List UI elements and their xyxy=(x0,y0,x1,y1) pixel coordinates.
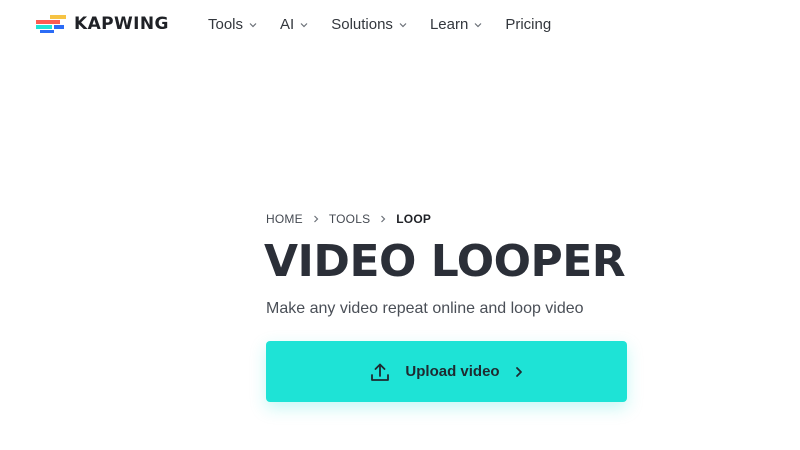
page-subtitle: Make any video repeat online and loop vi… xyxy=(266,300,584,317)
nav-item-learn[interactable]: Learn xyxy=(430,14,483,34)
page: KAPWING Tools AI Solutions Learn Pricing… xyxy=(0,0,800,450)
main-nav: Tools AI Solutions Learn Pricing xyxy=(208,14,573,34)
upload-video-label: Upload video xyxy=(405,363,500,380)
nav-item-ai[interactable]: AI xyxy=(280,14,309,34)
nav-item-label: AI xyxy=(280,15,295,33)
breadcrumb: HOME TOOLS LOOP xyxy=(266,212,431,226)
nav-item-label: Tools xyxy=(208,15,244,33)
chevron-down-icon xyxy=(473,20,483,30)
chevron-right-icon xyxy=(311,214,321,224)
chevron-down-icon xyxy=(299,20,309,30)
upload-icon xyxy=(371,363,390,381)
chevron-down-icon xyxy=(398,20,408,30)
breadcrumb-home[interactable]: HOME xyxy=(266,212,303,226)
nav-item-label: Pricing xyxy=(505,15,552,33)
chevron-down-icon xyxy=(248,20,258,30)
nav-item-label: Solutions xyxy=(331,15,393,33)
nav-item-solutions[interactable]: Solutions xyxy=(331,14,408,34)
chevron-right-icon xyxy=(515,366,522,377)
kapwing-logo[interactable]: KAPWING xyxy=(36,14,169,34)
nav-item-pricing[interactable]: Pricing xyxy=(505,14,551,34)
upload-video-button[interactable]: Upload video xyxy=(266,341,627,402)
brand-name: KAPWING xyxy=(74,14,169,34)
kapwing-logo-icon xyxy=(36,15,66,33)
site-header: KAPWING Tools AI Solutions Learn Pricing xyxy=(0,0,800,50)
nav-item-tools[interactable]: Tools xyxy=(208,14,258,34)
breadcrumb-tools[interactable]: TOOLS xyxy=(329,212,370,226)
page-title: VIDEO LOOPER xyxy=(264,236,626,287)
breadcrumb-current: LOOP xyxy=(396,212,432,226)
chevron-right-icon xyxy=(378,214,388,224)
nav-item-label: Learn xyxy=(429,15,469,33)
